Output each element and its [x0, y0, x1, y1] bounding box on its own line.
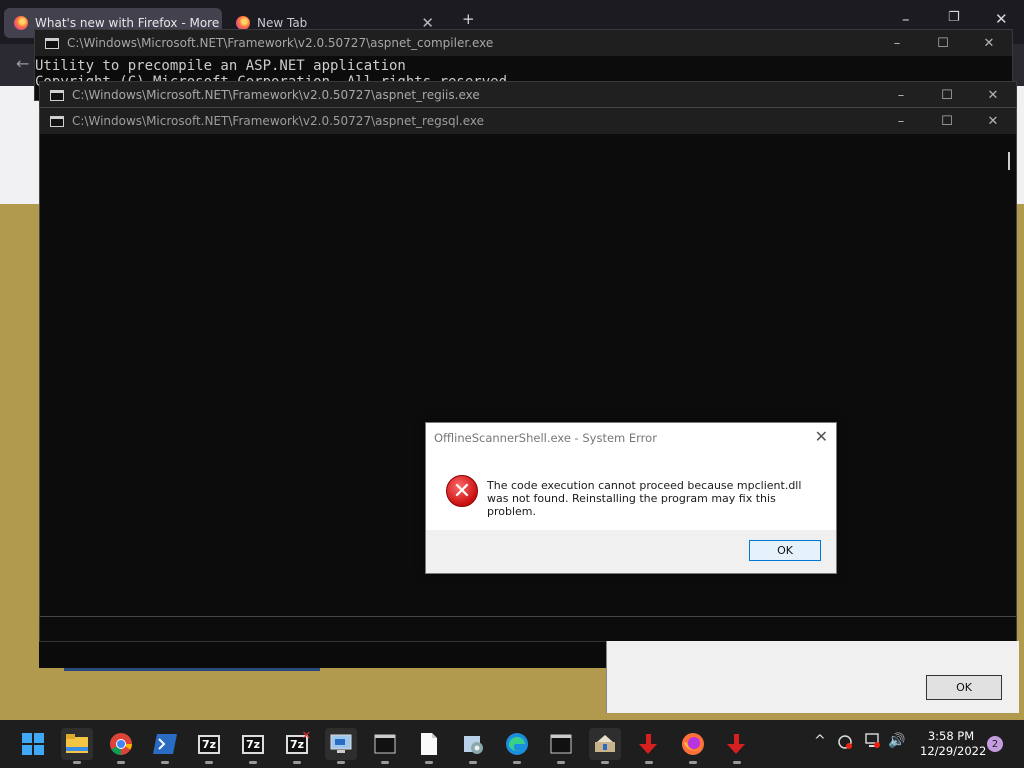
remote-desktop-icon[interactable]: [325, 728, 357, 764]
clock-date: 12/29/2022: [920, 744, 987, 758]
maximize-button[interactable]: ☐: [920, 30, 966, 56]
powershell-icon[interactable]: [149, 728, 181, 764]
maximize-button[interactable]: ☐: [924, 108, 970, 134]
close-button[interactable]: ✕: [966, 30, 1012, 56]
red-arrow-icon[interactable]: [721, 728, 753, 764]
sync-icon[interactable]: [836, 733, 854, 755]
firefox-icon: [14, 16, 28, 30]
tab-label: New Tab: [257, 16, 308, 30]
minimize-button[interactable]: –: [878, 108, 924, 134]
7zip-remove-icon[interactable]: 7z ✕: [281, 728, 313, 764]
error-message: The code execution cannot proceed becaus…: [487, 479, 802, 518]
window-edge: [64, 668, 320, 671]
console-icon: [50, 115, 64, 127]
tray-chevron-icon[interactable]: ^: [814, 733, 826, 749]
tab-label: What's new with Firefox - More: [35, 16, 220, 30]
background-dialog-ok-button[interactable]: OK: [926, 675, 1002, 700]
network-icon[interactable]: [863, 733, 881, 753]
console-icon: [45, 37, 59, 49]
red-arrow-icon[interactable]: [633, 728, 665, 764]
ok-button[interactable]: OK: [749, 540, 821, 561]
firefox-restore-button[interactable]: ❐: [948, 10, 960, 25]
window-title-bar[interactable]: C:\Windows\Microsoft.NET\Framework\v2.0.…: [40, 82, 1016, 108]
start-icon[interactable]: [17, 728, 49, 760]
close-button[interactable]: ✕: [970, 108, 1016, 134]
clock[interactable]: 3:58 PM 12/29/2022: [920, 729, 987, 759]
console-app-icon[interactable]: [545, 728, 577, 764]
chrome-icon[interactable]: [105, 728, 137, 764]
close-button[interactable]: ✕: [970, 82, 1016, 108]
minimize-button[interactable]: –: [874, 30, 920, 56]
clock-time: 3:58 PM: [927, 729, 975, 743]
firefox-close-button[interactable]: ✕: [995, 10, 1008, 28]
console-app-icon[interactable]: [369, 728, 401, 764]
window-title-bar[interactable]: C:\Windows\Microsoft.NET\Framework\v2.0.…: [40, 108, 1016, 134]
scrollbar-thumb[interactable]: [1008, 152, 1010, 170]
error-x-icon: ✕: [446, 475, 478, 507]
window-title: C:\Windows\Microsoft.NET\Framework\v2.0.…: [72, 88, 480, 102]
volume-icon[interactable]: 🔊: [888, 733, 905, 749]
7zip-icon[interactable]: 7z: [237, 728, 269, 764]
firefox-icon[interactable]: [677, 728, 709, 764]
settings-tool-icon[interactable]: [457, 728, 489, 764]
edge-icon[interactable]: [501, 728, 533, 764]
new-tab-button[interactable]: +: [462, 10, 475, 28]
dialog-footer: OK: [426, 530, 836, 573]
firefox-minimize-button[interactable]: –: [902, 10, 910, 28]
minimize-button[interactable]: –: [878, 82, 924, 108]
close-icon[interactable]: ✕: [815, 427, 828, 446]
installer-icon[interactable]: [589, 728, 621, 764]
firefox-icon: [236, 16, 250, 30]
file-explorer-icon[interactable]: [61, 728, 93, 764]
window-title: C:\Windows\Microsoft.NET\Framework\v2.0.…: [67, 36, 494, 50]
maximize-button[interactable]: ☐: [924, 82, 970, 108]
window-title: C:\Windows\Microsoft.NET\Framework\v2.0.…: [72, 114, 485, 128]
system-error-dialog[interactable]: OfflineScannerShell.exe - System Error ✕…: [425, 422, 837, 574]
blank-file-icon[interactable]: [413, 728, 445, 764]
console-line: Utility to precompile an ASP.NET applica…: [35, 58, 406, 74]
console-icon: [50, 89, 64, 101]
dialog-title: OfflineScannerShell.exe - System Error: [434, 431, 657, 445]
back-arrow-icon[interactable]: ←: [16, 54, 29, 73]
window-title-bar[interactable]: C:\Windows\Microsoft.NET\Framework\v2.0.…: [35, 30, 1012, 56]
notification-badge[interactable]: 2: [987, 736, 1003, 752]
7zip-icon[interactable]: 7z: [193, 728, 225, 764]
